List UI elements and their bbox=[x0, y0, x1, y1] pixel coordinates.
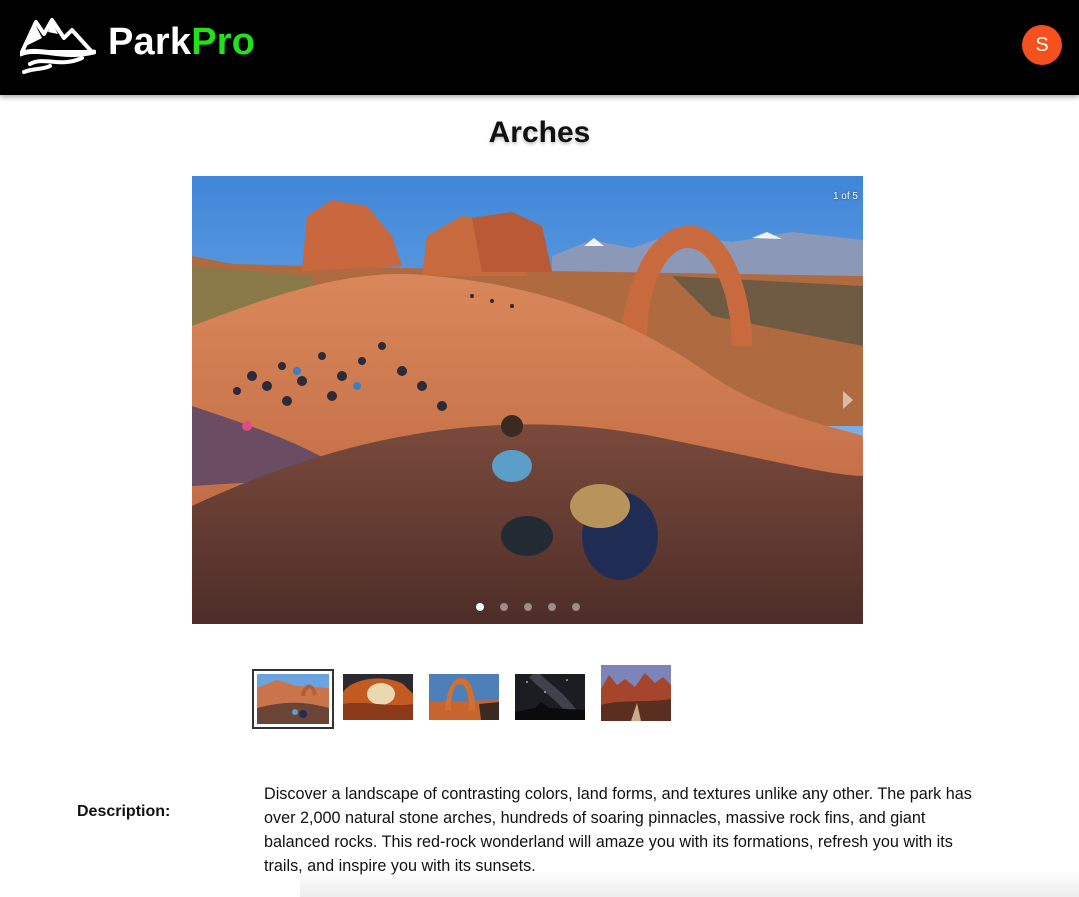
image-carousel[interactable]: 1 of 5 bbox=[192, 176, 863, 624]
carousel-pagination bbox=[192, 603, 863, 611]
brand-name-pro: Pro bbox=[191, 21, 256, 63]
description-text: Discover a landscape of contrasting colo… bbox=[264, 785, 972, 875]
description-label: Description: bbox=[77, 803, 171, 820]
brand-name[interactable]: ParkPro bbox=[108, 19, 255, 65]
carousel-dot[interactable] bbox=[571, 603, 580, 611]
top-navigation-bar: ParkPro S bbox=[0, 0, 1079, 95]
carousel-counter: 1 of 5 bbox=[832, 191, 858, 202]
thumbnail-5[interactable] bbox=[601, 665, 671, 721]
carousel-dot[interactable] bbox=[475, 603, 484, 611]
chevron-right-icon[interactable] bbox=[841, 389, 855, 411]
user-avatar-button[interactable]: S bbox=[1022, 25, 1062, 65]
thumbnail-2[interactable] bbox=[343, 674, 413, 720]
carousel-dot[interactable] bbox=[499, 603, 508, 611]
thumbnail-1[interactable] bbox=[252, 669, 334, 729]
thumbnail-3[interactable] bbox=[429, 674, 499, 720]
brand-name-park: Park bbox=[108, 21, 192, 63]
thumbnail-4[interactable] bbox=[515, 674, 585, 720]
mountain-logo-icon[interactable] bbox=[17, 12, 97, 76]
carousel-dot[interactable] bbox=[547, 603, 556, 611]
carousel-dot[interactable] bbox=[523, 603, 532, 611]
carousel-main-image bbox=[192, 176, 863, 624]
page-title: Arches bbox=[488, 116, 591, 149]
